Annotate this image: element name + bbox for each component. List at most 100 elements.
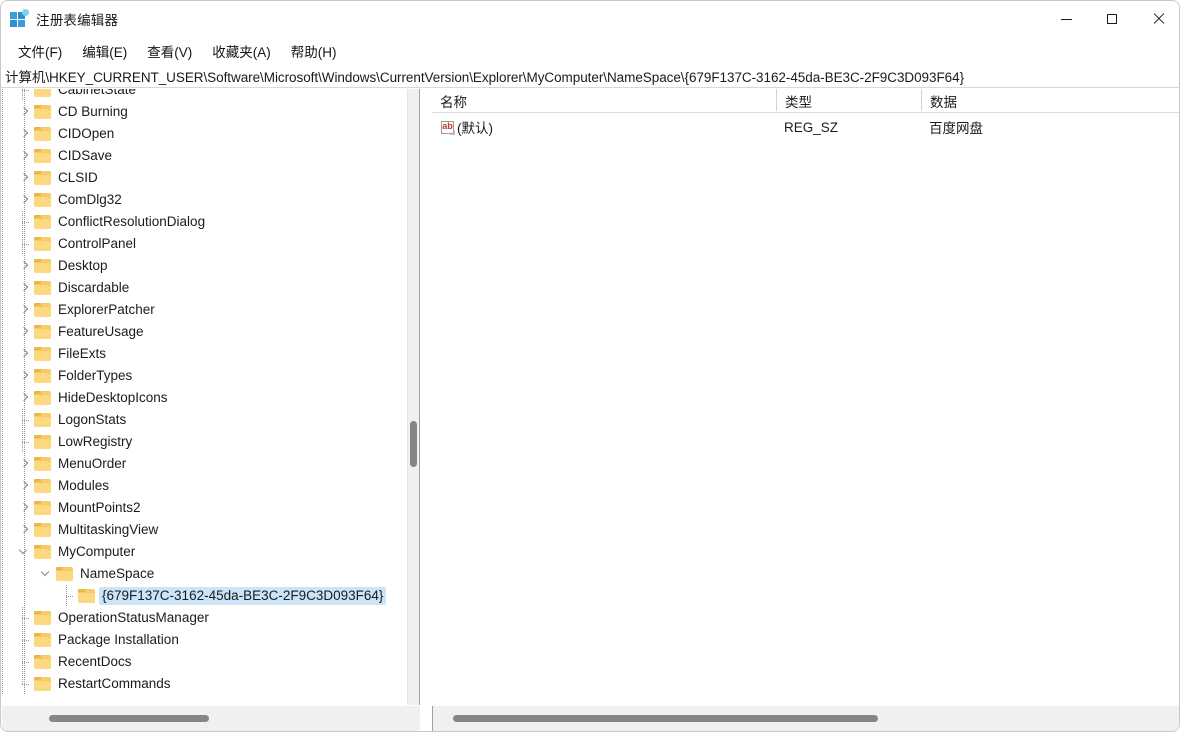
chevron-right-icon[interactable] <box>17 321 33 343</box>
tree-item[interactable]: Discardable <box>2 277 407 299</box>
menu-help[interactable]: 帮助(H) <box>283 39 345 64</box>
value-name-cell[interactable]: ab (默认) <box>432 117 776 137</box>
values-horizontal-scrollbar-thumb[interactable] <box>453 715 878 722</box>
tree-item-content[interactable]: LogonStats <box>17 409 129 431</box>
tree-item-content[interactable]: MultitaskingView <box>17 519 161 541</box>
close-button[interactable] <box>1135 1 1179 37</box>
chevron-right-icon[interactable] <box>17 189 33 211</box>
folder-icon <box>34 237 51 251</box>
tree-item-content[interactable]: MenuOrder <box>17 453 129 475</box>
chevron-right-icon[interactable] <box>17 365 33 387</box>
maximize-button[interactable] <box>1089 1 1135 37</box>
tree-item[interactable]: Desktop <box>2 255 407 277</box>
address-bar[interactable]: 计算机\HKEY_CURRENT_USER\Software\Microsoft… <box>1 65 1179 88</box>
chevron-down-icon[interactable] <box>39 563 55 585</box>
chevron-right-icon[interactable] <box>17 519 33 541</box>
menu-file[interactable]: 文件(F) <box>10 39 70 64</box>
tree-item[interactable]: CIDSave <box>2 145 407 167</box>
chevron-right-icon[interactable] <box>17 475 33 497</box>
tree-item-content[interactable]: CabinetState <box>17 89 139 101</box>
chevron-right-icon[interactable] <box>17 343 33 365</box>
tree-horizontal-scrollbar[interactable] <box>2 706 420 731</box>
tree-item[interactable]: FeatureUsage <box>2 321 407 343</box>
chevron-right-icon[interactable] <box>17 453 33 475</box>
column-header-name[interactable]: 名称 <box>432 89 776 111</box>
tree-item-content[interactable]: OperationStatusManager <box>17 607 212 629</box>
registry-tree-viewport[interactable]: CabinetState CD Burning CIDOpen CIDSave CLSI… <box>2 89 407 705</box>
tree-item-content[interactable]: Desktop <box>17 255 111 277</box>
tree-item[interactable]: ControlPanel <box>2 233 407 255</box>
chevron-right-icon[interactable] <box>17 101 33 123</box>
tree-item-content[interactable]: ConflictResolutionDialog <box>17 211 208 233</box>
tree-item-content[interactable]: Modules <box>17 475 112 497</box>
tree-item[interactable]: ConflictResolutionDialog <box>2 211 407 233</box>
tree-item[interactable]: ExplorerPatcher <box>2 299 407 321</box>
chevron-right-icon[interactable] <box>17 255 33 277</box>
chevron-right-icon[interactable] <box>17 123 33 145</box>
tree-item-content[interactable]: ExplorerPatcher <box>17 299 158 321</box>
tree-vertical-scrollbar-thumb[interactable] <box>410 421 417 467</box>
tree-item-content[interactable]: CIDSave <box>17 145 115 167</box>
registry-tree: CabinetState CD Burning CIDOpen CIDSave CLSI… <box>2 89 407 695</box>
tree-item[interactable]: Package Installation <box>2 629 407 651</box>
tree-item-content[interactable]: ComDlg32 <box>17 189 125 211</box>
tree-item[interactable]: MultitaskingView <box>2 519 407 541</box>
column-header-type[interactable]: 类型 <box>776 89 921 111</box>
tree-item[interactable]: LowRegistry <box>2 431 407 453</box>
tree-item[interactable]: ComDlg32 <box>2 189 407 211</box>
chevron-right-icon[interactable] <box>17 497 33 519</box>
tree-item-label: MountPoints2 <box>58 500 141 515</box>
tree-item[interactable]: FolderTypes <box>2 365 407 387</box>
tree-item[interactable]: OperationStatusManager <box>2 607 407 629</box>
values-list-row[interactable]: ab (默认) REG_SZ 百度网盘 <box>432 116 1179 138</box>
chevron-right-icon[interactable] <box>17 277 33 299</box>
values-horizontal-scrollbar[interactable] <box>432 706 1179 731</box>
minimize-button[interactable] <box>1043 1 1089 37</box>
close-icon <box>1152 13 1164 25</box>
tree-item[interactable]: CLSID <box>2 167 407 189</box>
tree-item[interactable]: RestartCommands <box>2 673 407 695</box>
menu-view[interactable]: 查看(V) <box>139 39 200 64</box>
tree-item-content[interactable]: RecentDocs <box>17 651 135 673</box>
tree-item[interactable]: RecentDocs <box>2 651 407 673</box>
column-header-data[interactable]: 数据 <box>921 89 1179 111</box>
tree-item-content[interactable]: MountPoints2 <box>17 497 144 519</box>
chevron-right-icon[interactable] <box>17 167 33 189</box>
tree-item[interactable]: MountPoints2 <box>2 497 407 519</box>
tree-item[interactable]: LogonStats <box>2 409 407 431</box>
tree-item-content[interactable]: RestartCommands <box>17 673 174 695</box>
tree-item-content[interactable]: Discardable <box>17 277 132 299</box>
tree-item[interactable]: Modules <box>2 475 407 497</box>
tree-item-content[interactable]: CLSID <box>17 167 101 189</box>
tree-item-content[interactable]: ControlPanel <box>17 233 139 255</box>
tree-item[interactable]: CIDOpen <box>2 123 407 145</box>
tree-item[interactable]: HideDesktopIcons <box>2 387 407 409</box>
tree-item-content[interactable]: FolderTypes <box>17 365 135 387</box>
tree-vertical-scrollbar[interactable] <box>407 89 419 705</box>
chevron-right-icon[interactable] <box>17 387 33 409</box>
tree-item-selected[interactable]: {679F137C-3162-45da-BE3C-2F9C3D093F64} <box>2 585 407 607</box>
tree-item-content[interactable]: FileExts <box>17 343 109 365</box>
tree-item[interactable]: FileExts <box>2 343 407 365</box>
tree-item-content[interactable]: CD Burning <box>17 101 131 123</box>
tree-item[interactable]: MyComputer <box>2 541 407 563</box>
tree-item-content[interactable]: LowRegistry <box>17 431 135 453</box>
tree-item-content[interactable]: HideDesktopIcons <box>17 387 171 409</box>
tree-item-content[interactable]: {679F137C-3162-45da-BE3C-2F9C3D093F64} <box>61 585 387 607</box>
tree-item-content[interactable]: CIDOpen <box>17 123 117 145</box>
tree-item[interactable]: MenuOrder <box>2 453 407 475</box>
chevron-right-icon[interactable] <box>17 145 33 167</box>
tree-item-content[interactable]: NameSpace <box>39 563 157 585</box>
tree-horizontal-scrollbar-thumb[interactable] <box>49 715 209 722</box>
tree-item-content[interactable]: FeatureUsage <box>17 321 147 343</box>
tree-item-content[interactable]: Package Installation <box>17 629 182 651</box>
menu-edit[interactable]: 编辑(E) <box>74 39 135 64</box>
chevron-down-icon[interactable] <box>17 541 33 563</box>
folder-icon <box>34 611 51 625</box>
tree-item[interactable]: CD Burning <box>2 101 407 123</box>
tree-item[interactable]: CabinetState <box>2 89 407 101</box>
tree-item-content[interactable]: MyComputer <box>17 541 138 563</box>
tree-item[interactable]: NameSpace <box>2 563 407 585</box>
menu-favorites[interactable]: 收藏夹(A) <box>204 39 279 64</box>
chevron-right-icon[interactable] <box>17 299 33 321</box>
